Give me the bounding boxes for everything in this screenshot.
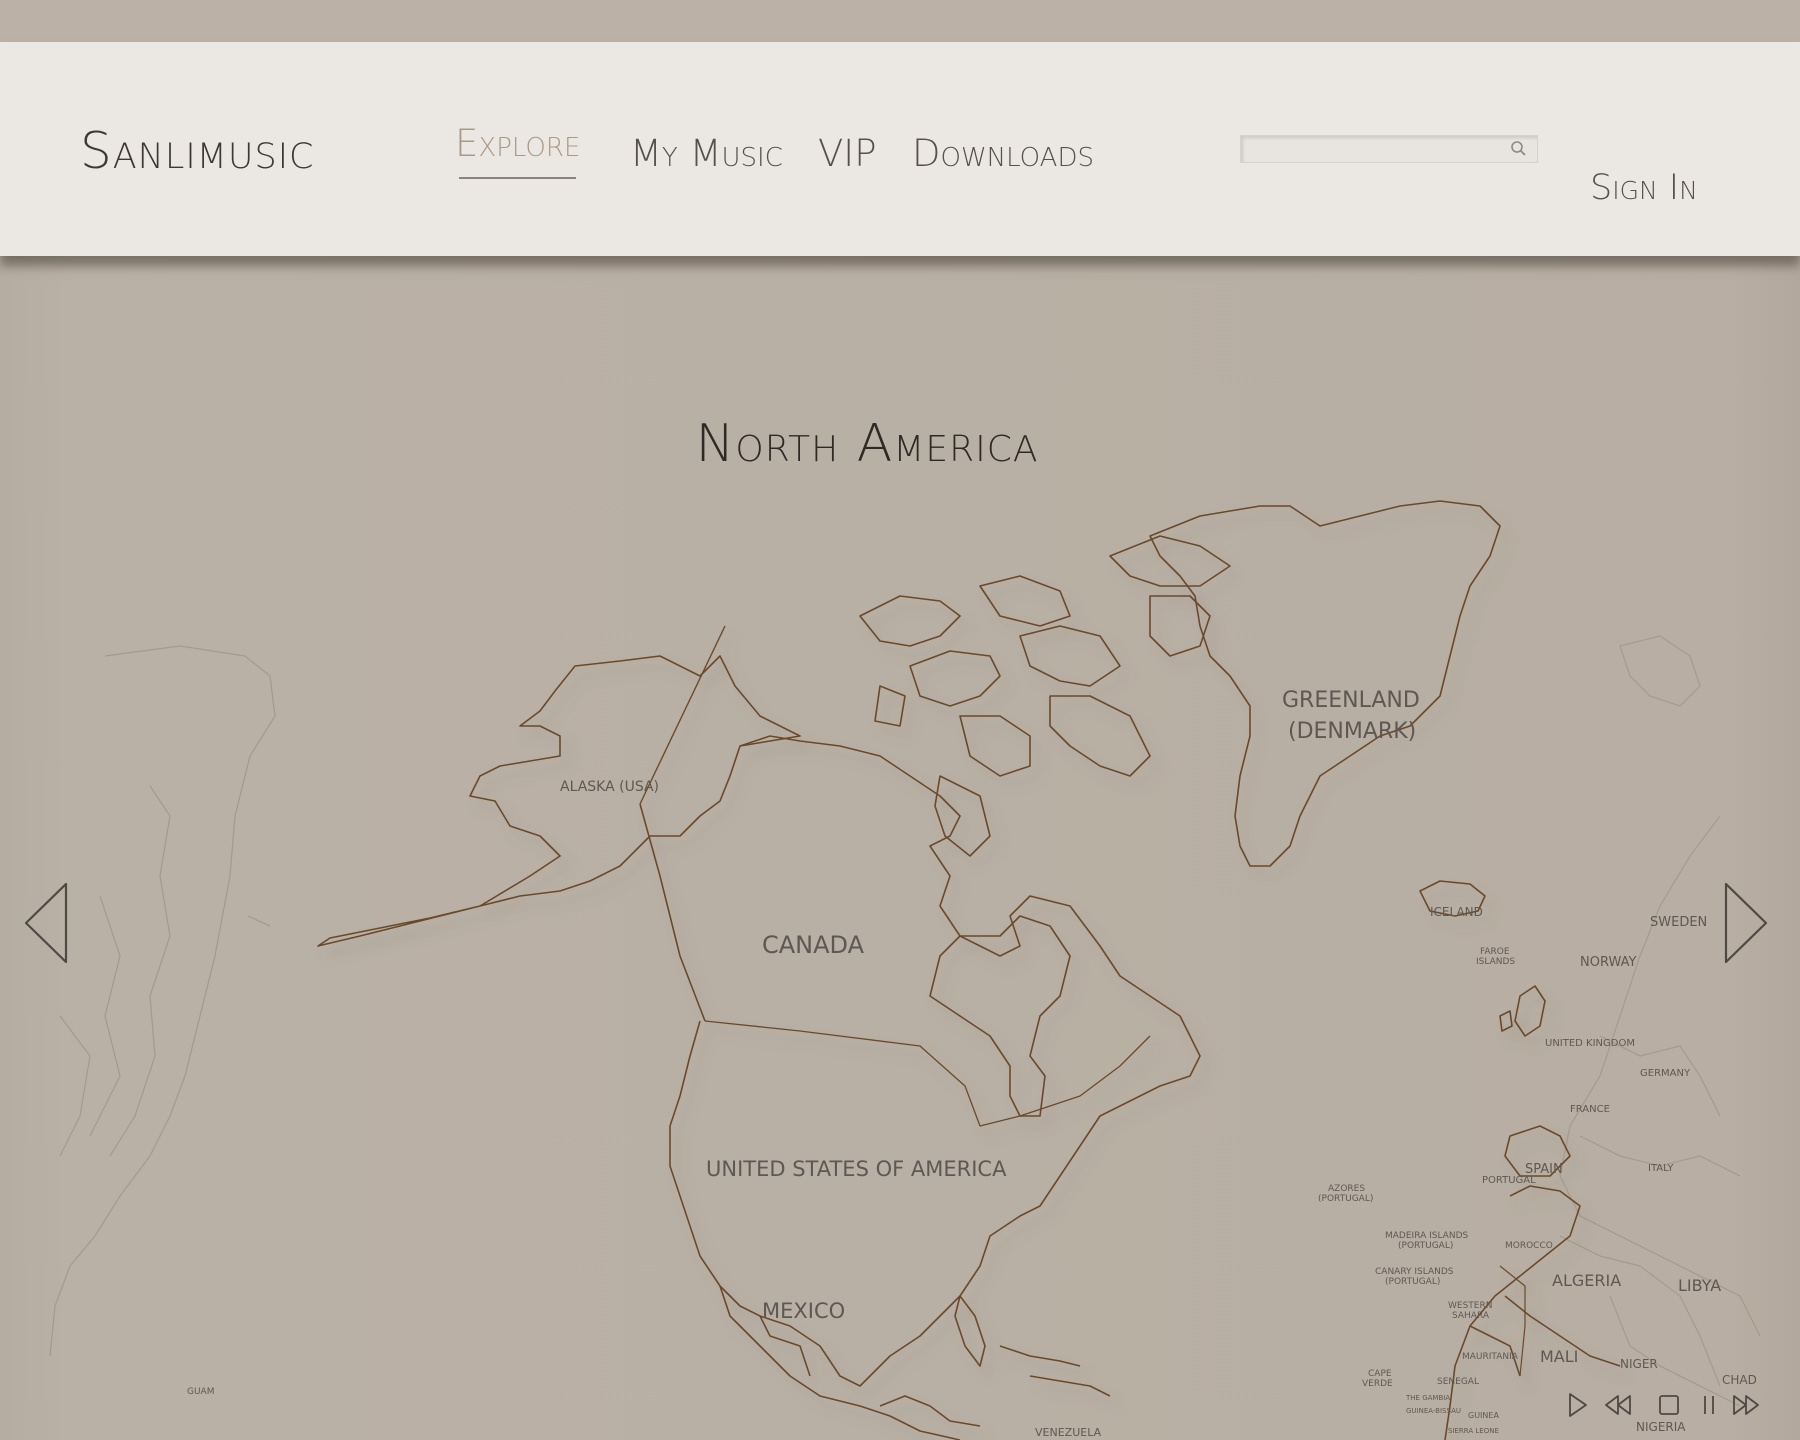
faint-asia-landmass xyxy=(49,645,276,1357)
rewind-icon[interactable] xyxy=(1600,1388,1634,1422)
label-western-sahara-2: SAHARA xyxy=(1452,1311,1490,1321)
label-united-kingdom: UNITED KINGDOM xyxy=(1545,1038,1635,1049)
label-iceland: ICELAND xyxy=(1430,905,1483,919)
north-america-outline xyxy=(317,500,1621,1440)
label-france: FRANCE xyxy=(1570,1104,1610,1115)
label-norway: NORWAY xyxy=(1580,955,1636,970)
label-greenland: GREENLAND xyxy=(1282,688,1420,713)
arctic-archipelago-outline xyxy=(859,595,961,647)
world-map: ALASKA (USA) CANADA UNITED STATES OF AME… xyxy=(49,500,1761,1440)
label-alaska: ALASKA (USA) xyxy=(560,779,659,795)
nav-item-explore[interactable]: Explore xyxy=(455,122,580,179)
label-cape-verde-2: VERDE xyxy=(1362,1379,1393,1389)
label-azores: AZORES xyxy=(1328,1184,1365,1194)
label-libya: LIBYA xyxy=(1678,1276,1721,1295)
play-icon[interactable] xyxy=(1560,1388,1594,1422)
label-western-sahara: WESTERN xyxy=(1448,1301,1492,1311)
faint-europe-landmass xyxy=(1559,635,1761,1407)
label-mexico: MEXICO xyxy=(762,1299,845,1323)
hudson-bay-outline xyxy=(929,915,1071,1117)
label-azores-portugal: (PORTUGAL) xyxy=(1318,1194,1373,1204)
stop-icon[interactable] xyxy=(1652,1388,1686,1422)
label-italy: ITALY xyxy=(1648,1163,1674,1174)
canada-usa-outline xyxy=(669,735,1201,1387)
nav-item-vip[interactable]: VIP xyxy=(818,132,877,175)
chevron-right-icon[interactable] xyxy=(1714,878,1774,968)
label-faroe: FAROE xyxy=(1480,947,1510,957)
label-chad: CHAD xyxy=(1722,1373,1757,1387)
media-player-controls xyxy=(1560,1388,1780,1428)
search-icon[interactable] xyxy=(1509,139,1529,159)
label-guinea: GUINEA xyxy=(1468,1411,1499,1420)
label-sierra-leone: SIERRA LEONE xyxy=(1448,1427,1499,1435)
alaska-outline xyxy=(317,655,801,947)
label-algeria: ALGERIA xyxy=(1552,1271,1621,1290)
label-usa: UNITED STATES OF AMERICA xyxy=(706,1157,1007,1181)
label-the-gambia: THE GAMBIA xyxy=(1405,1394,1450,1402)
label-portugal: PORTUGAL xyxy=(1482,1175,1536,1186)
chevron-left-icon[interactable] xyxy=(18,878,78,968)
label-mali: MALI xyxy=(1540,1347,1578,1366)
label-germany: GERMANY xyxy=(1640,1068,1691,1079)
label-venezuela: VENEZUELA xyxy=(1035,1426,1102,1439)
label-canary-portugal: (PORTUGAL) xyxy=(1385,1277,1440,1287)
search-input[interactable] xyxy=(1241,136,1499,162)
map-labels: ALASKA (USA) CANADA UNITED STATES OF AME… xyxy=(187,688,1757,1439)
fast-forward-icon[interactable] xyxy=(1730,1388,1764,1422)
label-madeira: MADEIRA ISLANDS xyxy=(1385,1231,1469,1241)
label-sweden: SWEDEN xyxy=(1650,915,1707,930)
nav-item-my-music[interactable]: My Music xyxy=(630,132,783,175)
nav-item-downloads[interactable]: Downloads xyxy=(912,132,1094,175)
label-niger: NIGER xyxy=(1620,1357,1658,1371)
label-canada: CANADA xyxy=(762,931,865,959)
map-stage: North America ALASKA (USA) CANADA UNITED… xyxy=(0,256,1800,1440)
site-header: Sanlimusic Explore My Music VIP Download… xyxy=(0,42,1800,256)
label-faroe-islands: ISLANDS xyxy=(1476,957,1515,967)
sign-in-link[interactable]: Sign In xyxy=(1590,168,1698,208)
label-madeira-portugal: (PORTUGAL) xyxy=(1398,1241,1453,1251)
label-guinea-bissau: GUINEA-BISSAU xyxy=(1406,1407,1461,1415)
label-cape-verde: CAPE xyxy=(1368,1369,1392,1379)
label-senegal: SENEGAL xyxy=(1437,1377,1479,1387)
window-top-strip xyxy=(0,0,1800,42)
label-greenland-denmark: (DENMARK) xyxy=(1288,719,1416,744)
label-mauritania: MAURITANIA xyxy=(1462,1352,1519,1362)
search-box xyxy=(1240,135,1538,163)
label-canary: CANARY ISLANDS xyxy=(1375,1267,1454,1277)
label-morocco: MOROCCO xyxy=(1505,1241,1553,1251)
brand-logo[interactable]: Sanlimusic xyxy=(80,122,314,180)
pause-icon[interactable] xyxy=(1692,1388,1726,1422)
label-guam: GUAM xyxy=(187,1387,214,1397)
greenland-outline xyxy=(1149,500,1501,867)
